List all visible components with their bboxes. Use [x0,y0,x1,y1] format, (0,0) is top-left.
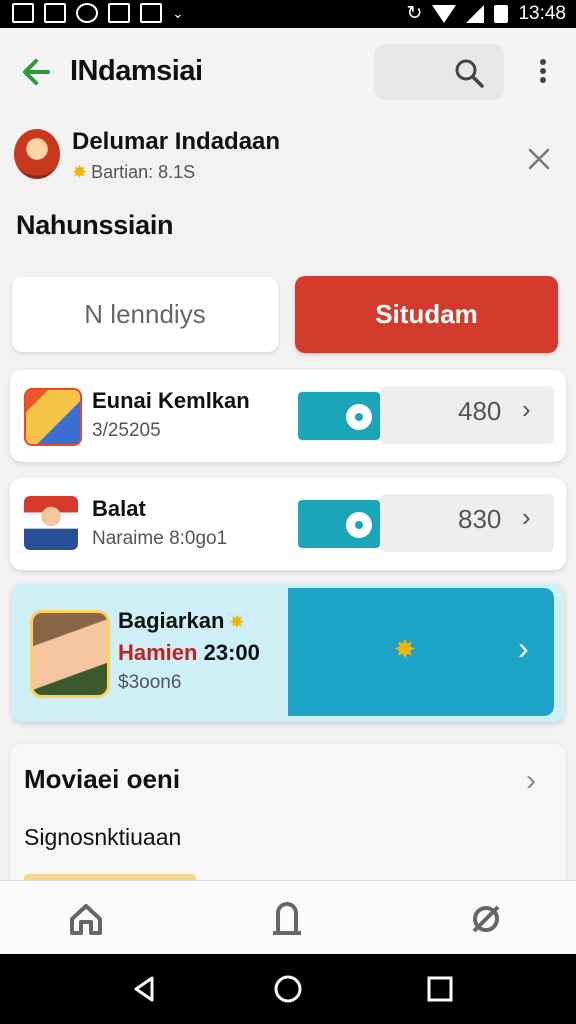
chart-notification-icon [140,3,162,23]
home-icon[interactable] [66,899,106,939]
alarm-notification-icon [76,3,98,23]
more-vert-icon[interactable] [532,56,554,90]
featured-subtitle: $3oon6 [118,672,182,693]
item-value: 830 [458,504,502,534]
coin-icon: ✸ [394,634,416,664]
arrow-left-icon[interactable] [18,54,54,90]
tab-secondary[interactable]: Situdam [295,276,558,353]
recents-icon[interactable] [425,974,455,1004]
close-icon[interactable] [526,146,552,172]
toggle-button[interactable] [298,392,380,440]
battery-icon [494,4,509,23]
featured-title: Bagiarkan ✸ [118,608,244,634]
status-time: 13:48 [518,2,566,24]
profile-name: Delumar Indadaan [72,128,281,155]
notification-icons: ⌄ [12,3,188,23]
settings-icon[interactable] [466,899,506,939]
eye-icon [346,404,372,430]
chevron-right-icon[interactable]: › [522,502,531,533]
profile-subtitle-text: Bartian: 8.1S [91,162,196,182]
list-item[interactable]: Eunai Kemlkan 3/25205 480 › [10,370,566,462]
featured-card[interactable]: Bagiarkan ✸ Hamien 23:00 $3oon6 ✸ › [12,584,564,722]
avatar[interactable] [14,129,60,179]
featured-title-text: Bagiarkan [118,608,225,633]
chevron-down-icon: ⌄ [172,5,184,21]
item-title: Balat [92,496,146,521]
status-bar: ⌄ ↻ 13:48 [0,0,576,28]
search-icon[interactable] [452,56,486,90]
item-subtitle: Naraime 8:0go1 [92,528,228,549]
mail-notification-icon [108,3,130,23]
toggle-button[interactable] [298,500,380,548]
featured-action[interactable]: ✸ › [288,588,554,716]
section-title: Nahunssiain [16,210,174,240]
star-icon: ✸ [224,612,245,632]
bottom-nav [0,880,576,955]
photo-notification-icon [12,3,34,23]
list-item[interactable]: Balat Naraime 8:0go1 830 › [10,478,566,570]
item-value: 480 [458,396,502,426]
featured-time-label: Hamien [118,640,198,665]
profile-icon[interactable] [267,899,307,939]
item-title: Eunai Kemlkan [92,388,250,413]
home-nav-icon[interactable] [273,974,303,1004]
system-nav-bar [0,954,576,1024]
game-thumbnail [24,388,82,446]
eye-icon [346,512,372,538]
item-subtitle: 3/25205 [92,420,161,441]
image-notification-icon [44,3,66,23]
featured-thumbnail [30,610,110,698]
more-subtitle: Signosnktiuaan [24,824,182,850]
chevron-right-icon[interactable]: › [522,394,531,425]
wifi-icon [432,4,457,23]
signal-icon [466,4,485,23]
sync-icon: ↻ [406,3,423,24]
star-icon: ✸ [72,162,88,182]
avatar-thumbnail [24,496,78,550]
profile-subtitle: ✸ Bartian: 8.1S [72,162,195,183]
status-right: ↻ 13:48 [407,2,566,25]
tab-primary[interactable]: N lenndiys [12,277,278,352]
featured-time: Hamien 23:00 [118,640,260,666]
more-title: Moviaei oeni [24,764,181,794]
back-icon[interactable] [130,974,160,1004]
page-title: INdamsiai [70,55,203,87]
featured-time-value: 23:00 [203,640,260,665]
chevron-right-icon[interactable]: › [526,764,536,798]
chevron-right-icon[interactable]: › [518,630,529,667]
